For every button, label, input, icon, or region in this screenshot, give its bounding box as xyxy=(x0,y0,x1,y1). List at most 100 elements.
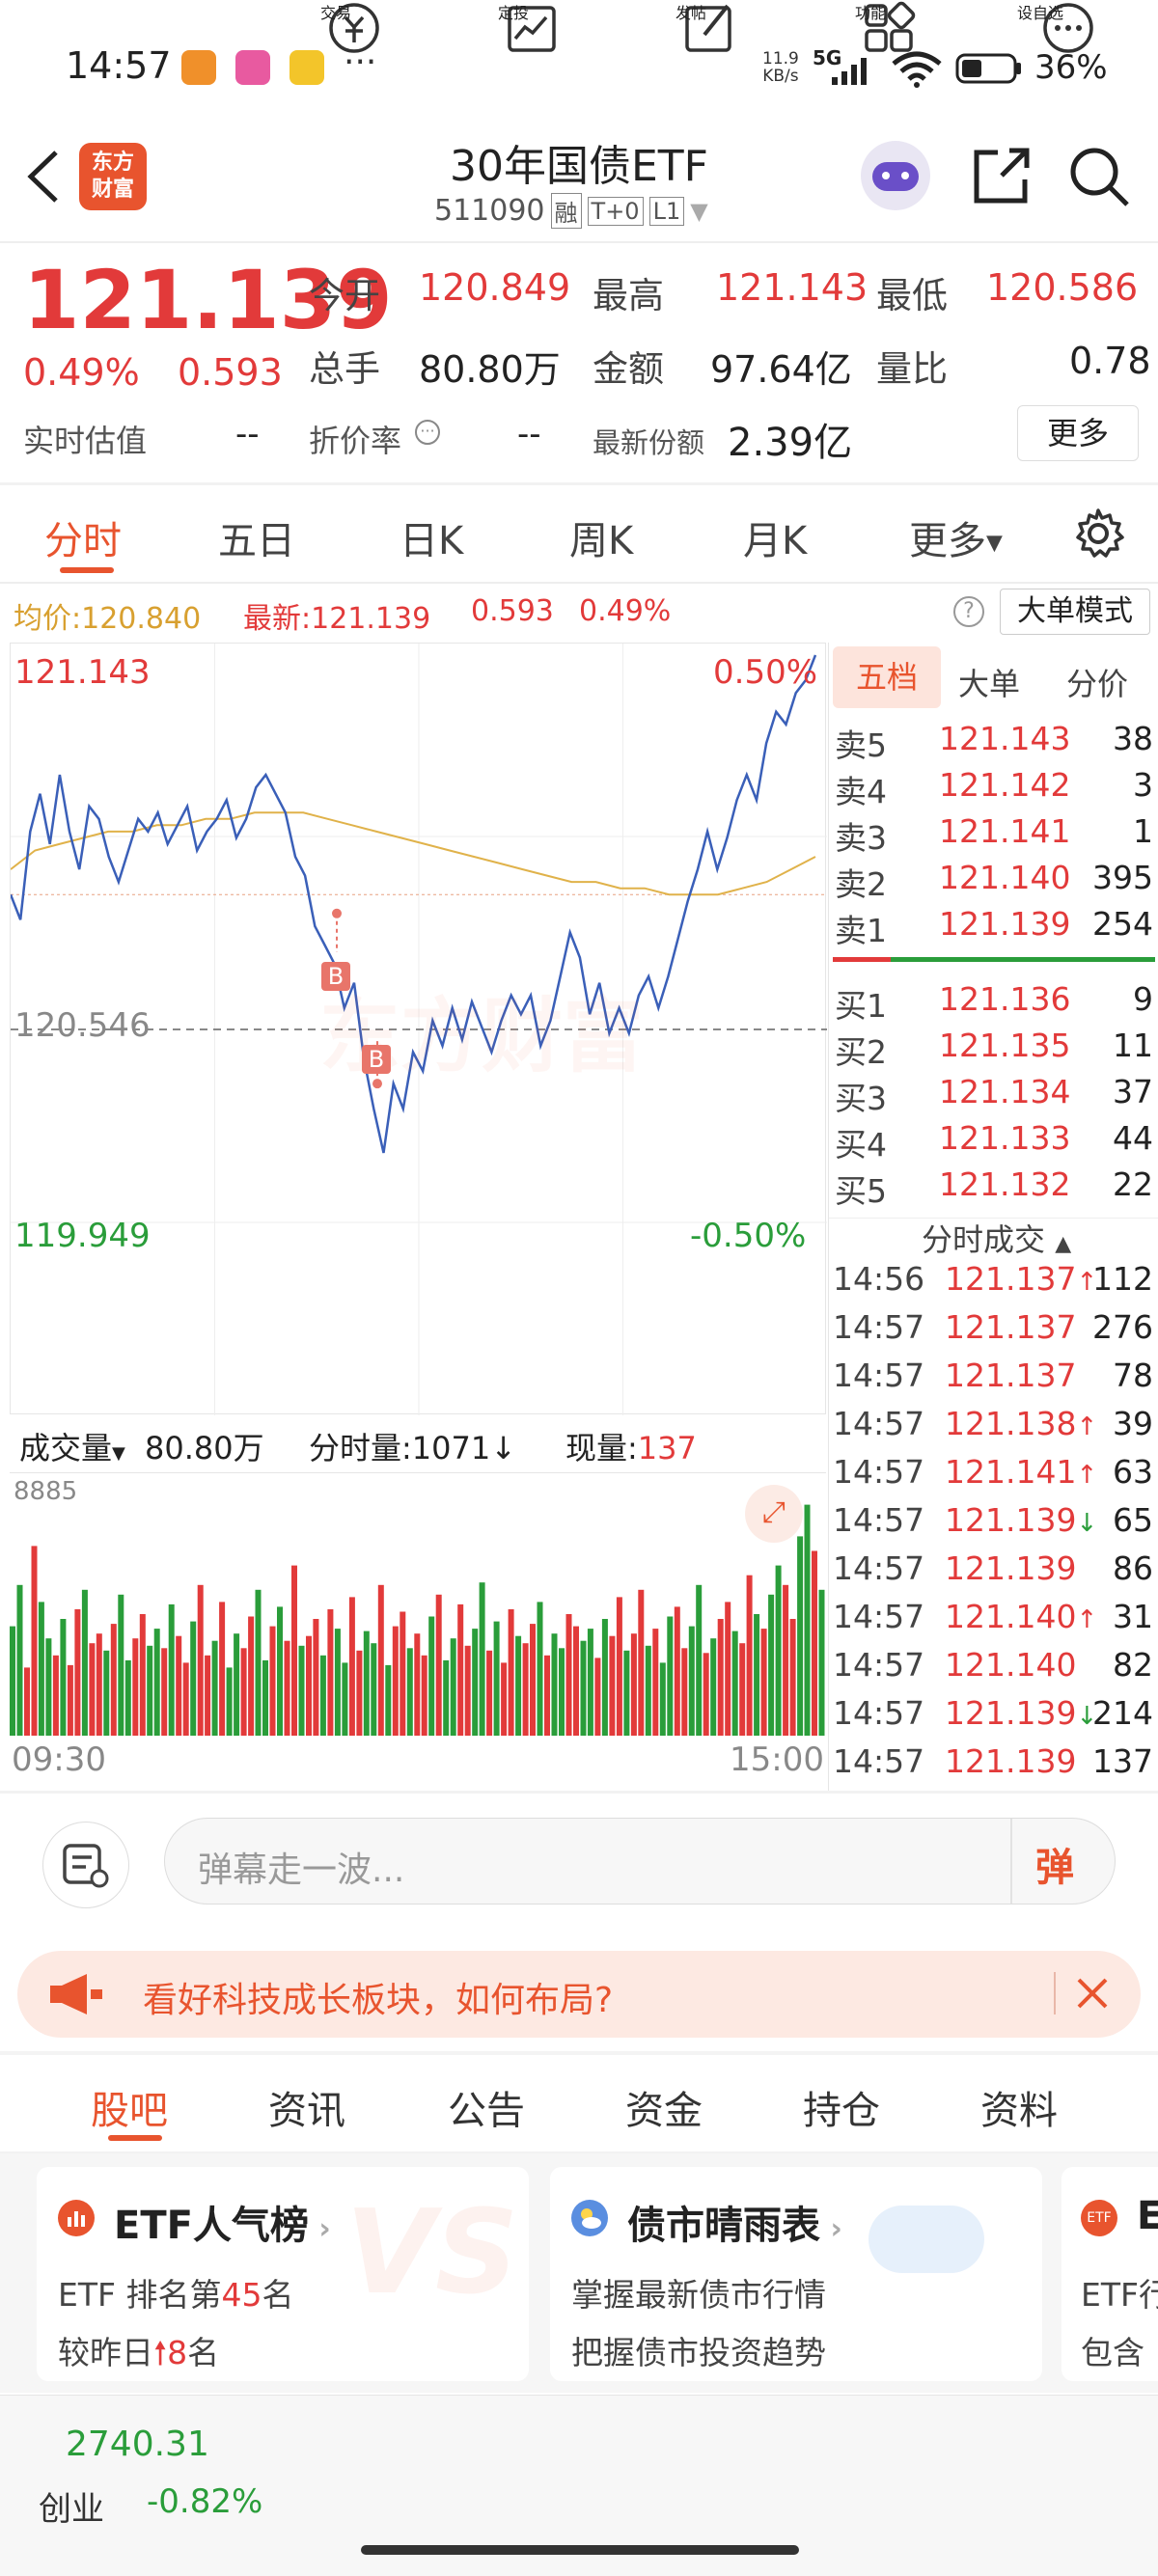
nav-trade[interactable]: 交易 xyxy=(320,0,351,23)
volume-bar xyxy=(739,1643,746,1736)
volume-selector[interactable]: 成交量▼ xyxy=(19,1424,125,1468)
tab-more[interactable]: 更多▼ xyxy=(909,509,1003,565)
tick-time: 14:57 xyxy=(833,1598,925,1635)
stock-code-row[interactable]: 511090 融 T+0 L1 ▼ xyxy=(434,193,708,229)
assistant-avatar-icon[interactable] xyxy=(861,141,930,210)
nav-fixed-invest[interactable]: 定投 xyxy=(498,0,529,23)
big-order-mode-button[interactable]: 大单模式 xyxy=(1000,589,1150,635)
tab-five-levels[interactable]: 五档 xyxy=(833,646,941,708)
comment-list-icon[interactable] xyxy=(42,1822,129,1908)
danmu-input[interactable]: 弹幕走一波... 弹 xyxy=(164,1818,1116,1905)
danmu-toggle-button[interactable]: 弹 xyxy=(1035,1836,1074,1892)
volume-bar xyxy=(725,1602,731,1736)
etf-popularity-card[interactable]: VS ETF人气榜 › ETF 排名第45名 较昨日🠕8名 xyxy=(37,2167,529,2381)
volume-chart[interactable]: 8885 ⤢ xyxy=(10,1472,826,1736)
tick-price: 121.141↑ xyxy=(945,1453,1098,1491)
volume-bar xyxy=(313,1619,319,1736)
tick-volume: 137 xyxy=(1092,1742,1153,1780)
tick-trades-toggle[interactable]: 分时成交 ▲ xyxy=(922,1216,1071,1260)
ask-2-price: 121.140 xyxy=(939,859,1071,896)
ask-3-volume: 1 xyxy=(1133,812,1153,850)
tick-row: 14:57 121.138↑ 39 xyxy=(829,1405,1158,1453)
help-icon[interactable]: ? xyxy=(953,596,984,627)
volume-bar xyxy=(24,1667,30,1736)
tab-funds[interactable]: 资金 xyxy=(625,2079,703,2135)
volume-bar xyxy=(132,1638,139,1736)
net-speed: 11.9 KB/s xyxy=(762,49,799,86)
open-value: 120.849 xyxy=(419,266,571,309)
share-icon[interactable] xyxy=(971,145,1033,206)
divider xyxy=(1054,1972,1056,2014)
volume-bar xyxy=(515,1635,522,1736)
chart-header: 均价:120.840 最新:121.139 0.593 0.49% ? 大单模式 xyxy=(0,585,1158,639)
tick-volume: 276 xyxy=(1092,1308,1153,1346)
period-tabs: 分时 五日 日K 周K 月K 更多▼ xyxy=(0,485,1158,582)
bid-4-price: 121.133 xyxy=(939,1119,1071,1157)
back-icon[interactable] xyxy=(21,147,64,206)
volume-total: 80.80万 xyxy=(145,1430,264,1466)
ask-3-label: 卖3 xyxy=(835,819,887,857)
tab-indicator xyxy=(60,567,114,573)
volume-bar xyxy=(486,1650,493,1736)
tab-announcements[interactable]: 公告 xyxy=(448,2079,525,2135)
volume-bar xyxy=(226,1667,233,1736)
close-icon[interactable] xyxy=(1073,1974,1112,2013)
tab-weekly-k[interactable]: 周K xyxy=(569,509,633,565)
nav-add-watchlist[interactable]: 设自选 xyxy=(1017,0,1063,23)
volume-bar xyxy=(435,1594,442,1736)
margin-badge: 融 xyxy=(550,193,582,229)
card-title: ETF人气榜 › xyxy=(114,2204,331,2248)
tick-volume: 86 xyxy=(1113,1549,1153,1587)
promo-banner[interactable]: 看好科技成长板块，如何布局? xyxy=(17,1951,1141,2038)
tab-daily-k[interactable]: 日K xyxy=(400,509,463,565)
tab-profile[interactable]: 资料 xyxy=(980,2079,1058,2135)
more-button[interactable]: 更多 xyxy=(1017,405,1139,461)
volume-bar xyxy=(38,1602,44,1736)
cards-strip: VS ETF人气榜 › ETF 排名第45名 较昨日🠕8名 债市晴雨表 › 掌握… xyxy=(0,2153,1158,2393)
volume-bar xyxy=(565,1614,572,1736)
bid-3-label: 买3 xyxy=(835,1080,887,1117)
nav-post[interactable]: 发帖 xyxy=(676,0,706,23)
tick-volume: 78 xyxy=(1113,1357,1153,1394)
index-value[interactable]: 2740.31 xyxy=(66,2425,209,2464)
expand-icon[interactable]: ⤢ xyxy=(745,1485,803,1543)
tick-time: 14:57 xyxy=(833,1646,925,1684)
nav-functions[interactable]: 功能 xyxy=(855,0,886,23)
tick-price: 121.139 xyxy=(945,1742,1077,1780)
info-icon[interactable]: ··· xyxy=(415,420,440,445)
etf-more-card[interactable]: ETF E ETF行 包含 xyxy=(1062,2167,1158,2381)
tick-time: 14:57 xyxy=(833,1694,925,1732)
tab-holdings[interactable]: 持仓 xyxy=(803,2079,880,2135)
index-pct[interactable]: -0.82% xyxy=(147,2482,262,2521)
buy-marker[interactable]: B xyxy=(321,962,350,991)
tab-price-dist[interactable]: 分价 xyxy=(1066,660,1128,704)
volume-bar xyxy=(81,1589,88,1736)
tab-intraday[interactable]: 分时 xyxy=(44,509,122,565)
tab-forum[interactable]: 股吧 xyxy=(91,2079,168,2135)
tab-five-day[interactable]: 五日 xyxy=(218,509,295,565)
volume-bar xyxy=(371,1643,377,1736)
settings-gear-icon[interactable] xyxy=(1071,507,1125,561)
ask-5-volume: 38 xyxy=(1113,720,1153,757)
tab-news[interactable]: 资讯 xyxy=(268,2079,345,2135)
volume-bar xyxy=(161,1648,168,1736)
volume-bar xyxy=(277,1606,283,1736)
search-icon[interactable] xyxy=(1067,145,1131,208)
bond-market-card[interactable]: 债市晴雨表 › 掌握最新债市行情 把握债市投资趋势 xyxy=(550,2167,1042,2381)
volume-bar xyxy=(400,1611,406,1736)
ask-3-price: 121.141 xyxy=(939,812,1071,850)
ask-5-label: 卖5 xyxy=(835,726,887,764)
index-name[interactable]: 创业 xyxy=(39,2482,104,2530)
volume-bar xyxy=(616,1597,622,1736)
volume-bar xyxy=(551,1633,558,1736)
tab-big-order[interactable]: 大单 xyxy=(958,660,1020,704)
ask-1-price: 121.139 xyxy=(939,905,1071,943)
intraday-chart[interactable]: 121.143 0.50% 120.546 119.949 -0.50% 东方财… xyxy=(10,643,827,1415)
volume-bar xyxy=(559,1648,565,1736)
low-label: 最低 xyxy=(876,275,948,316)
volume-bar xyxy=(623,1650,630,1736)
volume-bar xyxy=(406,1648,413,1736)
share-value: 2.39亿 xyxy=(728,421,853,465)
buy-marker[interactable]: B xyxy=(362,1045,391,1074)
tab-monthly-k[interactable]: 月K xyxy=(743,509,807,565)
